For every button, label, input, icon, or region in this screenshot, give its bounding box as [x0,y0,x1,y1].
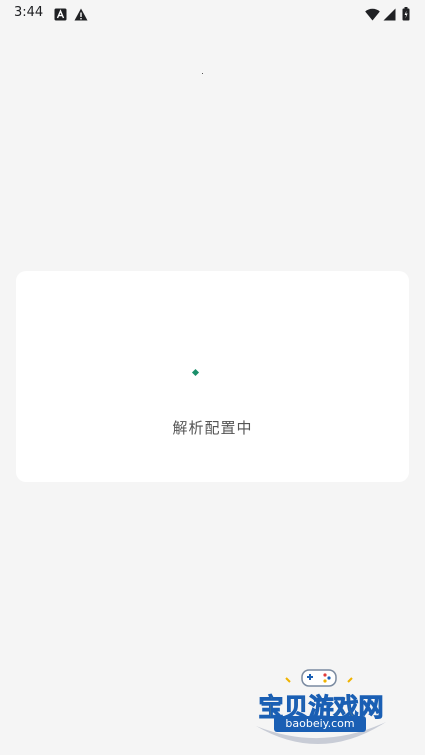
loading-spinner [191,368,200,377]
loading-card: 解析配置中 [16,271,409,482]
a-box-icon [54,6,68,21]
decorative-dot [202,73,203,74]
signal-icon [383,6,397,21]
watermark-url: baobeiy.com [274,716,366,732]
battery-icon [402,6,416,21]
wifi-icon [365,6,380,21]
watermark-logo: 宝贝游戏网 baobeiy.com [246,664,396,752]
status-time: 3:44 [14,5,44,20]
warning-icon [74,6,88,21]
loading-message: 解析配置中 [172,419,253,437]
status-bar: 3:44 [0,0,425,26]
